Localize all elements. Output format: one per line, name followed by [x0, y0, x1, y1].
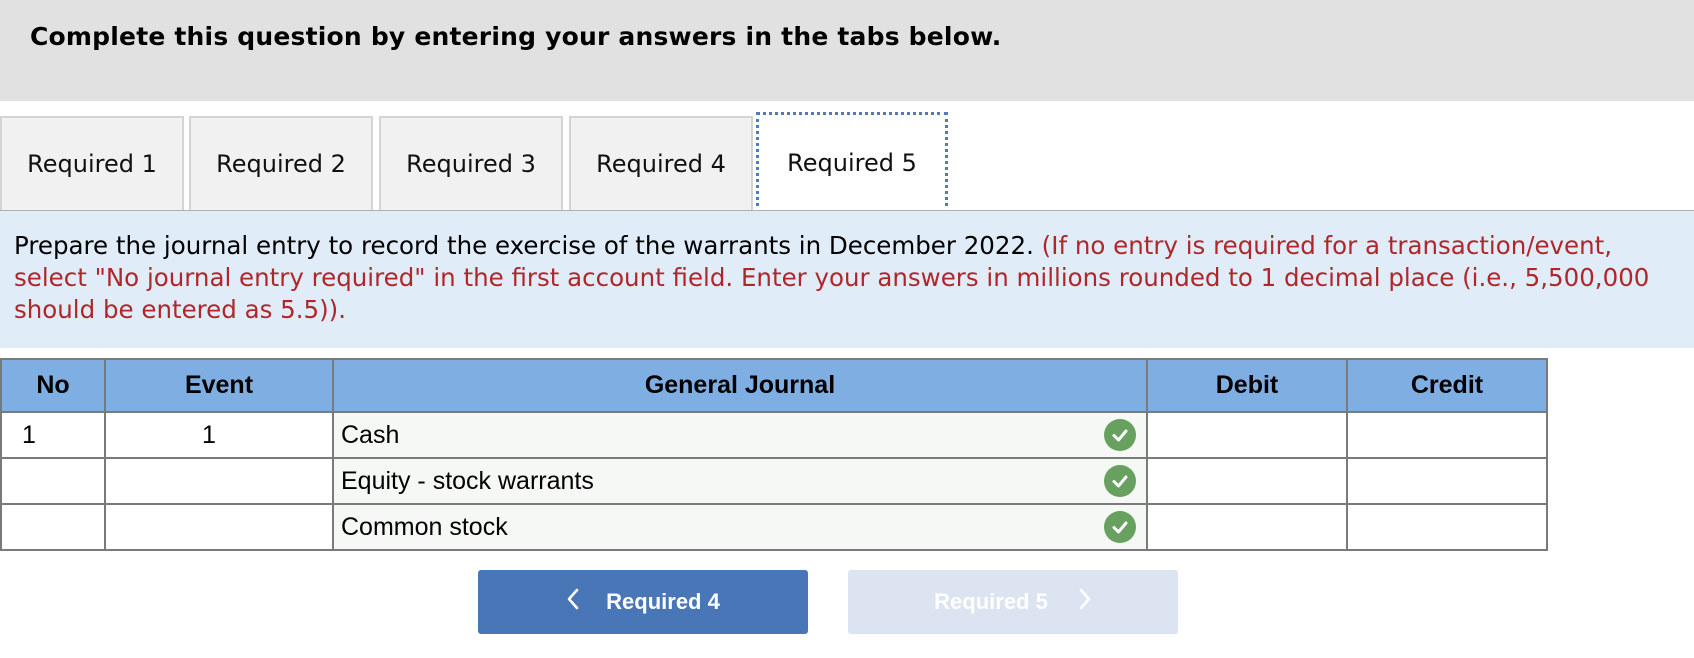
account-field[interactable]: Equity - stock warrants: [332, 457, 1148, 505]
table-row: Equity - stock warrants: [0, 457, 1548, 505]
debit-input[interactable]: [1146, 503, 1348, 551]
row-no: [0, 457, 106, 505]
instructions-text: Prepare the journal entry to record the …: [14, 231, 1034, 260]
column-header-no: No: [0, 358, 106, 413]
account-name: Common stock: [341, 512, 508, 541]
tab-required-3[interactable]: Required 3: [379, 116, 563, 210]
table-row: 1 1 Cash: [0, 411, 1548, 459]
table-row: Common stock: [0, 503, 1548, 551]
account-name: Cash: [341, 420, 400, 449]
row-event: [104, 457, 334, 505]
previous-tab-label: Required 4: [606, 589, 720, 614]
chevron-right-icon: [1078, 588, 1092, 616]
tab-required-5[interactable]: Required 5: [756, 112, 948, 213]
credit-input[interactable]: [1346, 411, 1548, 459]
row-event: 1: [104, 411, 334, 459]
column-header-general-journal: General Journal: [332, 358, 1148, 413]
tab-required-4[interactable]: Required 4: [569, 116, 753, 210]
journal-table: No Event General Journal Debit Credit 1 …: [0, 358, 1548, 551]
header-bar: Complete this question by entering your …: [0, 0, 1694, 101]
debit-input[interactable]: [1146, 411, 1348, 459]
credit-input[interactable]: [1346, 457, 1548, 505]
tab-required-2[interactable]: Required 2: [189, 116, 373, 210]
account-field[interactable]: Cash: [332, 411, 1148, 459]
check-icon: [1104, 419, 1136, 451]
next-tab-label: Required 5: [934, 589, 1048, 614]
row-event: [104, 503, 334, 551]
debit-input[interactable]: [1146, 457, 1348, 505]
next-tab-button: Required 5: [848, 570, 1178, 634]
account-name: Equity - stock warrants: [341, 466, 594, 495]
tab-required-1[interactable]: Required 1: [0, 116, 184, 210]
row-no: 1: [0, 411, 106, 459]
column-header-debit: Debit: [1146, 358, 1348, 413]
column-header-credit: Credit: [1346, 358, 1548, 413]
page-title: Complete this question by entering your …: [30, 22, 1002, 51]
previous-tab-button[interactable]: Required 4: [478, 570, 808, 634]
column-header-event: Event: [104, 358, 334, 413]
check-icon: [1104, 465, 1136, 497]
table-header-row: No Event General Journal Debit Credit: [0, 358, 1548, 413]
instructions-panel: Prepare the journal entry to record the …: [0, 211, 1694, 348]
check-icon: [1104, 511, 1136, 543]
row-no: [0, 503, 106, 551]
credit-input[interactable]: [1346, 503, 1548, 551]
account-field[interactable]: Common stock: [332, 503, 1148, 551]
chevron-left-icon: [566, 588, 580, 616]
